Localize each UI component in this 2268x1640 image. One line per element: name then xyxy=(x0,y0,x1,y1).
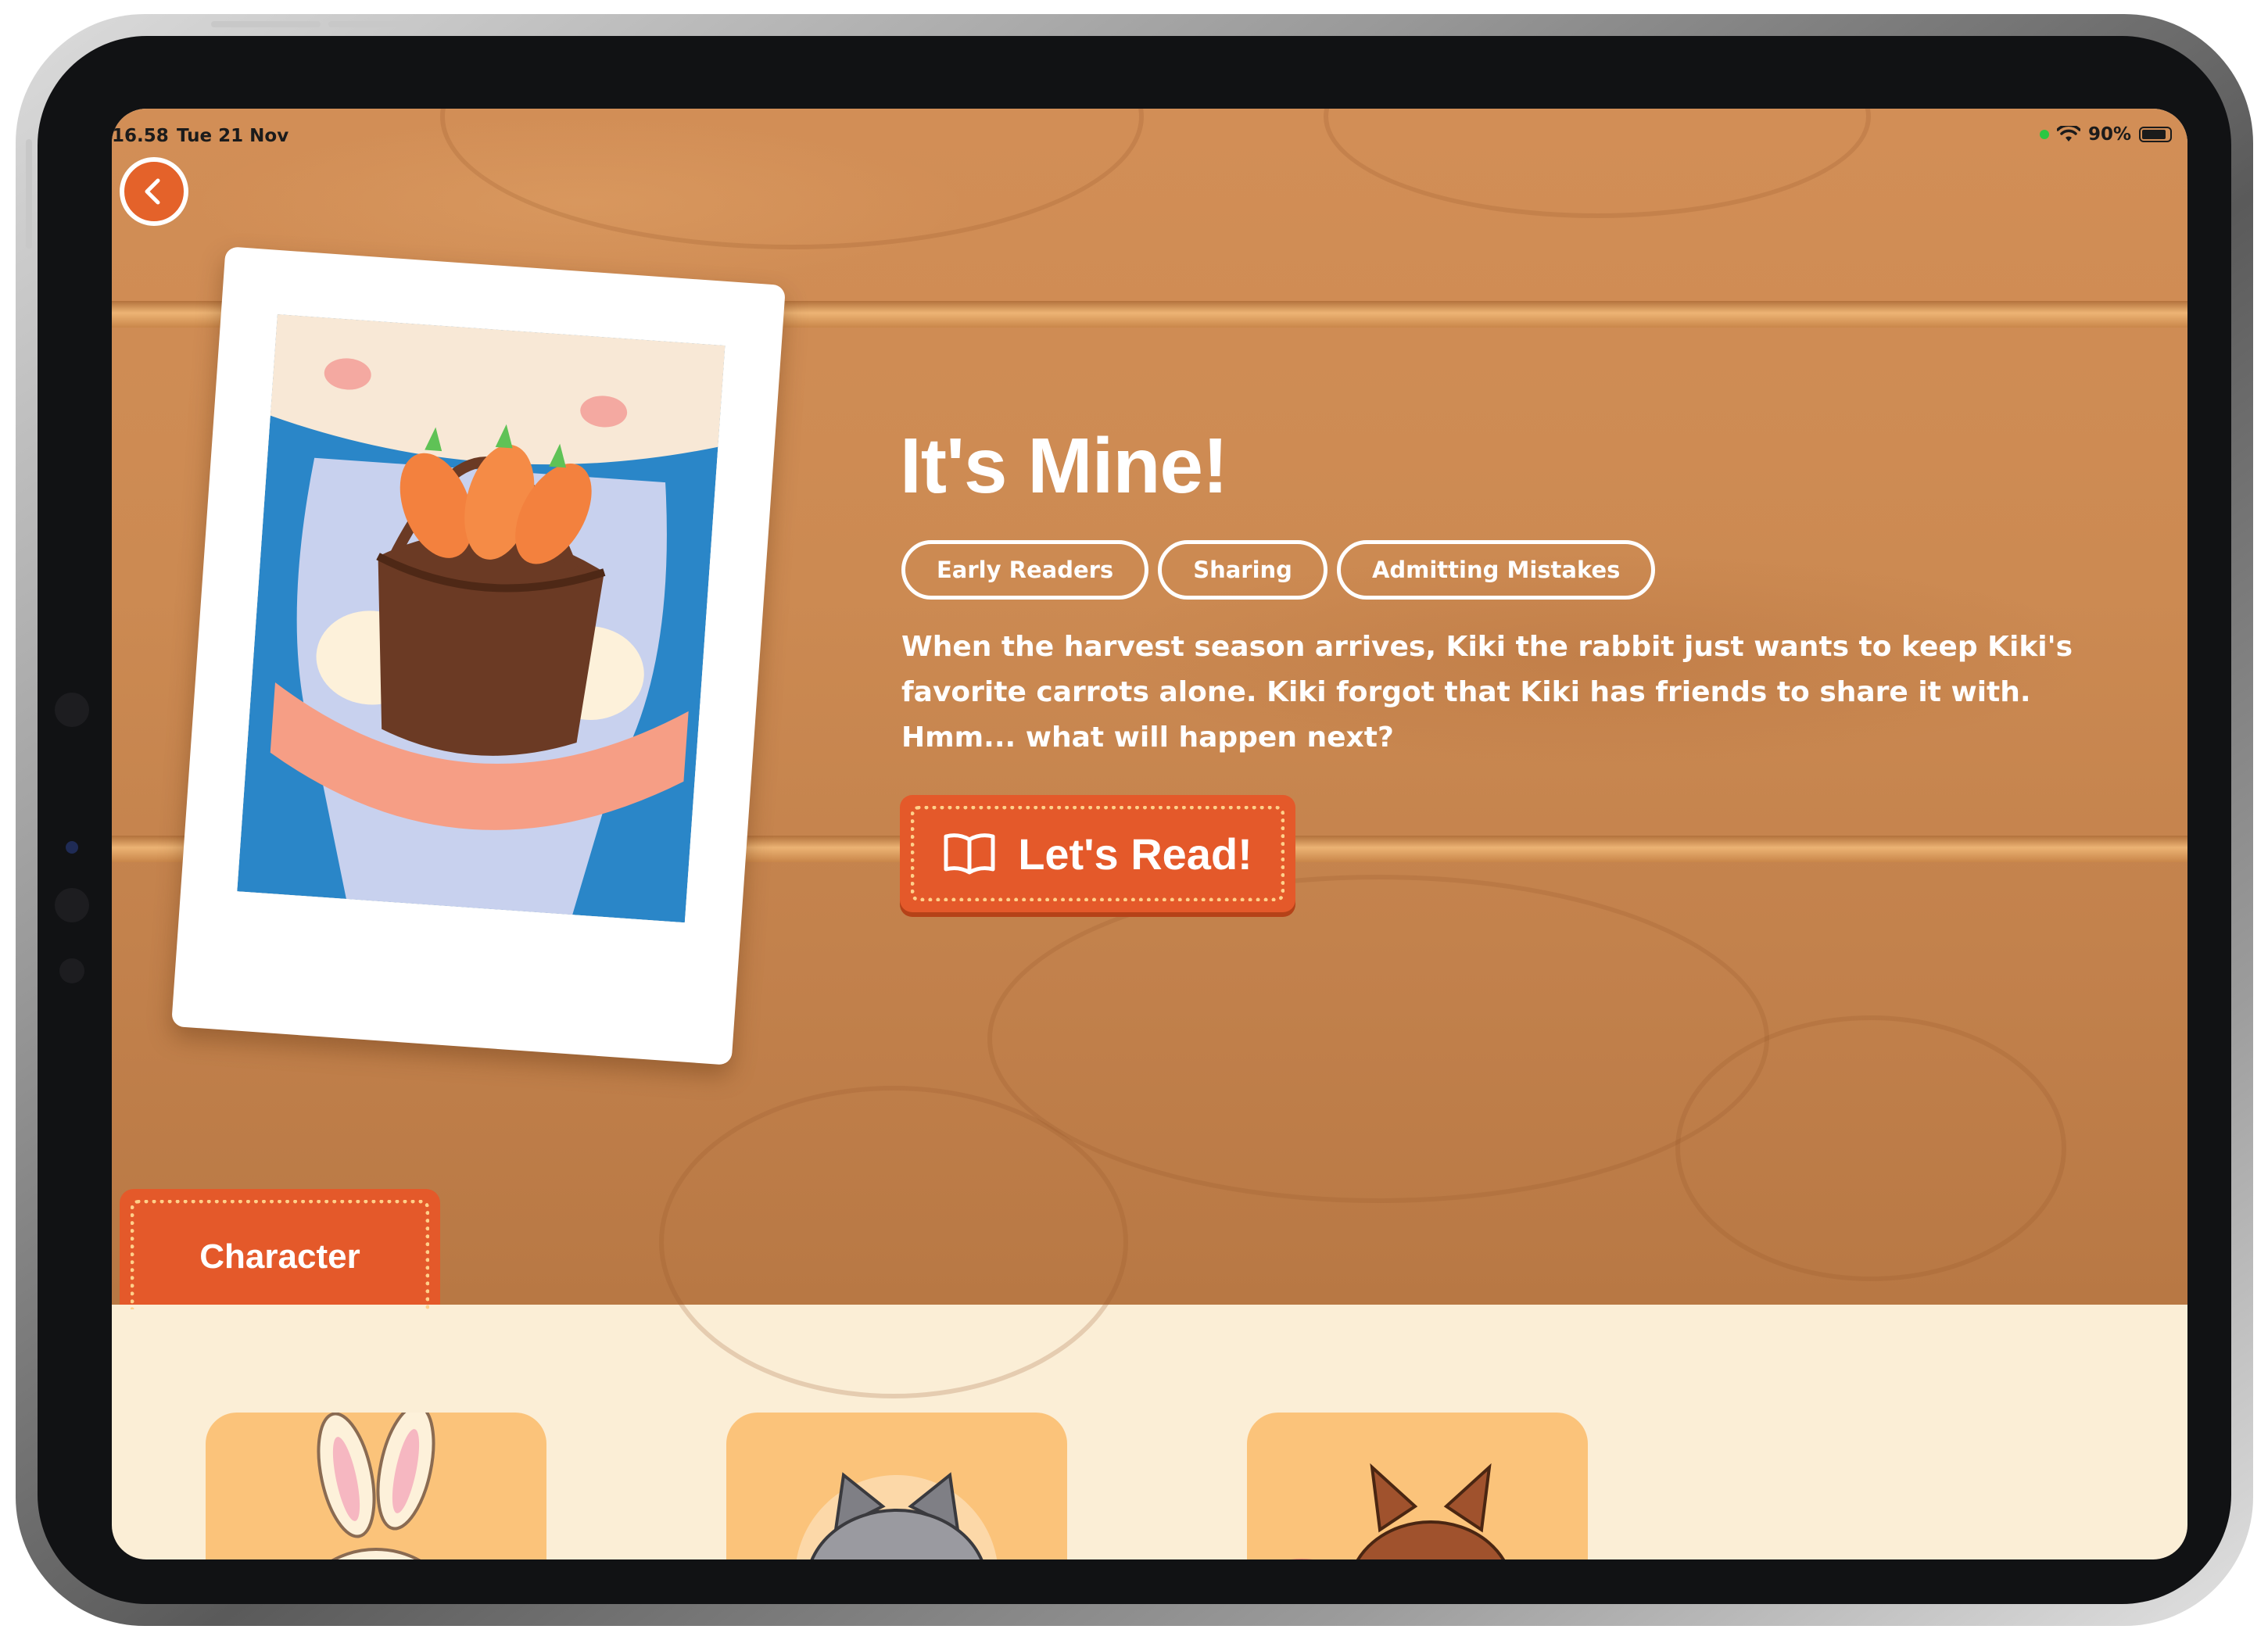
raccoon-icon xyxy=(796,1472,998,1559)
book-tags: Early Readers Sharing Admitting Mistakes xyxy=(901,540,1656,600)
tablet-frame: 16.58 Tue 21 Nov 90% It's Mine! Early Re… xyxy=(16,14,2253,1626)
wood-grain xyxy=(987,875,1769,1203)
tab-character-inner: Character xyxy=(131,1200,429,1309)
lets-read-button-inner: Let's Read! xyxy=(911,806,1284,901)
book-open-icon xyxy=(944,833,995,875)
character-card-rabbit[interactable] xyxy=(206,1413,546,1559)
character-card-squirrel[interactable] xyxy=(1247,1413,1588,1559)
cover-illustration xyxy=(237,313,726,923)
lets-read-button[interactable]: Let's Read! xyxy=(900,795,1295,912)
book-title: It's Mine! xyxy=(900,422,1228,510)
tag-sharing[interactable]: Sharing xyxy=(1158,540,1327,600)
volume-button xyxy=(328,21,414,27)
status-bar: 16.58 Tue 21 Nov 90% xyxy=(112,120,2187,151)
lets-read-label: Let's Read! xyxy=(1018,829,1252,879)
squirrel-icon xyxy=(1291,1463,1506,1559)
status-right: 90% xyxy=(2039,124,2172,145)
battery-percent: 90% xyxy=(2087,124,2131,145)
wifi-icon xyxy=(2056,126,2080,141)
status-time: 16.58 xyxy=(112,126,169,146)
camera-sensor xyxy=(59,958,84,983)
rabbit-icon xyxy=(317,1413,435,1559)
power-button xyxy=(26,139,32,249)
volume-button xyxy=(211,21,321,27)
book-cover[interactable] xyxy=(170,246,786,1065)
camera-lens xyxy=(66,841,78,854)
tab-character[interactable]: Character xyxy=(120,1189,440,1309)
tag-early-readers[interactable]: Early Readers xyxy=(901,540,1149,600)
wood-grain xyxy=(659,1086,1128,1398)
wood-grain xyxy=(1675,1015,2066,1281)
book-description: When the harvest season arrives, Kiki th… xyxy=(901,631,2073,754)
tag-admitting-mistakes[interactable]: Admitting Mistakes xyxy=(1336,540,1656,600)
battery-icon xyxy=(2139,127,2172,142)
mic-indicator-icon xyxy=(2039,130,2049,139)
camera-sensor xyxy=(55,888,89,922)
rabbit-carrot-basket-illustration xyxy=(237,313,726,923)
tab-character-label: Character xyxy=(199,1237,360,1276)
camera-sensor xyxy=(55,693,89,727)
status-date: Tue 21 Nov xyxy=(177,126,289,146)
back-button[interactable] xyxy=(120,157,188,226)
app-screen: 16.58 Tue 21 Nov 90% It's Mine! Early Re… xyxy=(112,109,2187,1559)
chevron-left-icon xyxy=(145,178,160,205)
character-card-raccoon[interactable] xyxy=(726,1413,1067,1559)
